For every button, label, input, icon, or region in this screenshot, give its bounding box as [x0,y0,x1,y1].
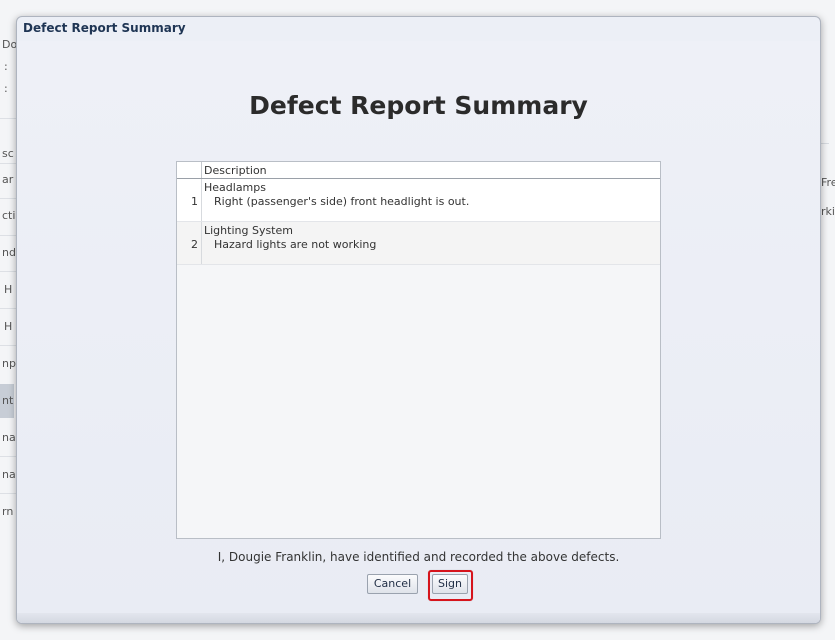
dialog-footer-edge [17,613,820,623]
table-header: Description [177,162,660,179]
background-text-fragment: na [2,431,16,444]
attestation-statement: I, Dougie Franklin, have identified and … [217,550,620,564]
row-number-cell: 2 [177,222,202,264]
background-text-fragment: sc [2,147,14,160]
row-number-cell: 1 [177,179,202,221]
dialog-body: Defect Report Summary Description 1 Head… [17,41,820,623]
background-text-fragment: ar [2,173,14,186]
column-header-number [177,162,202,178]
background-text-fragment: H [4,320,13,333]
background-text-fragment: : [4,82,8,95]
background-text-fragment: Fre [821,176,835,189]
row-number: 2 [191,238,198,251]
table-row[interactable]: 2 Lighting System Hazard lights are not … [177,222,660,265]
background-text-fragment: na [2,468,16,481]
background-text-fragment: : [4,60,8,73]
background-text-fragment: Do [2,38,18,51]
page-title: Defect Report Summary [249,91,588,120]
sign-button[interactable]: Sign [432,574,468,594]
background-text-fragment: np [2,357,16,370]
background-text-fragment: rn [2,505,14,518]
defect-category: Lighting System [204,224,293,237]
defect-description: Right (passenger's side) front headlight… [214,195,470,208]
defect-description: Hazard lights are not working [214,238,377,251]
table-row[interactable]: 1 Headlamps Right (passenger's side) fro… [177,179,660,222]
background-text-fragment: rki [821,205,835,218]
defects-table: Description 1 Headlamps Right (passenger… [176,161,661,539]
background-text-fragment: nd [2,246,16,259]
background-text-fragment: nt [2,394,14,407]
defect-category: Headlamps [204,181,266,194]
cancel-button[interactable]: Cancel [367,574,418,594]
row-number: 1 [191,195,198,208]
background-text-fragment: H [4,283,13,296]
dialog-title: Defect Report Summary [23,21,186,35]
defect-report-summary-dialog: Defect Report Summary Defect Report Summ… [16,16,821,624]
column-header-description[interactable]: Description [204,164,267,177]
background-text-fragment: cti [2,209,16,222]
dialog-titlebar[interactable]: Defect Report Summary [17,17,820,41]
